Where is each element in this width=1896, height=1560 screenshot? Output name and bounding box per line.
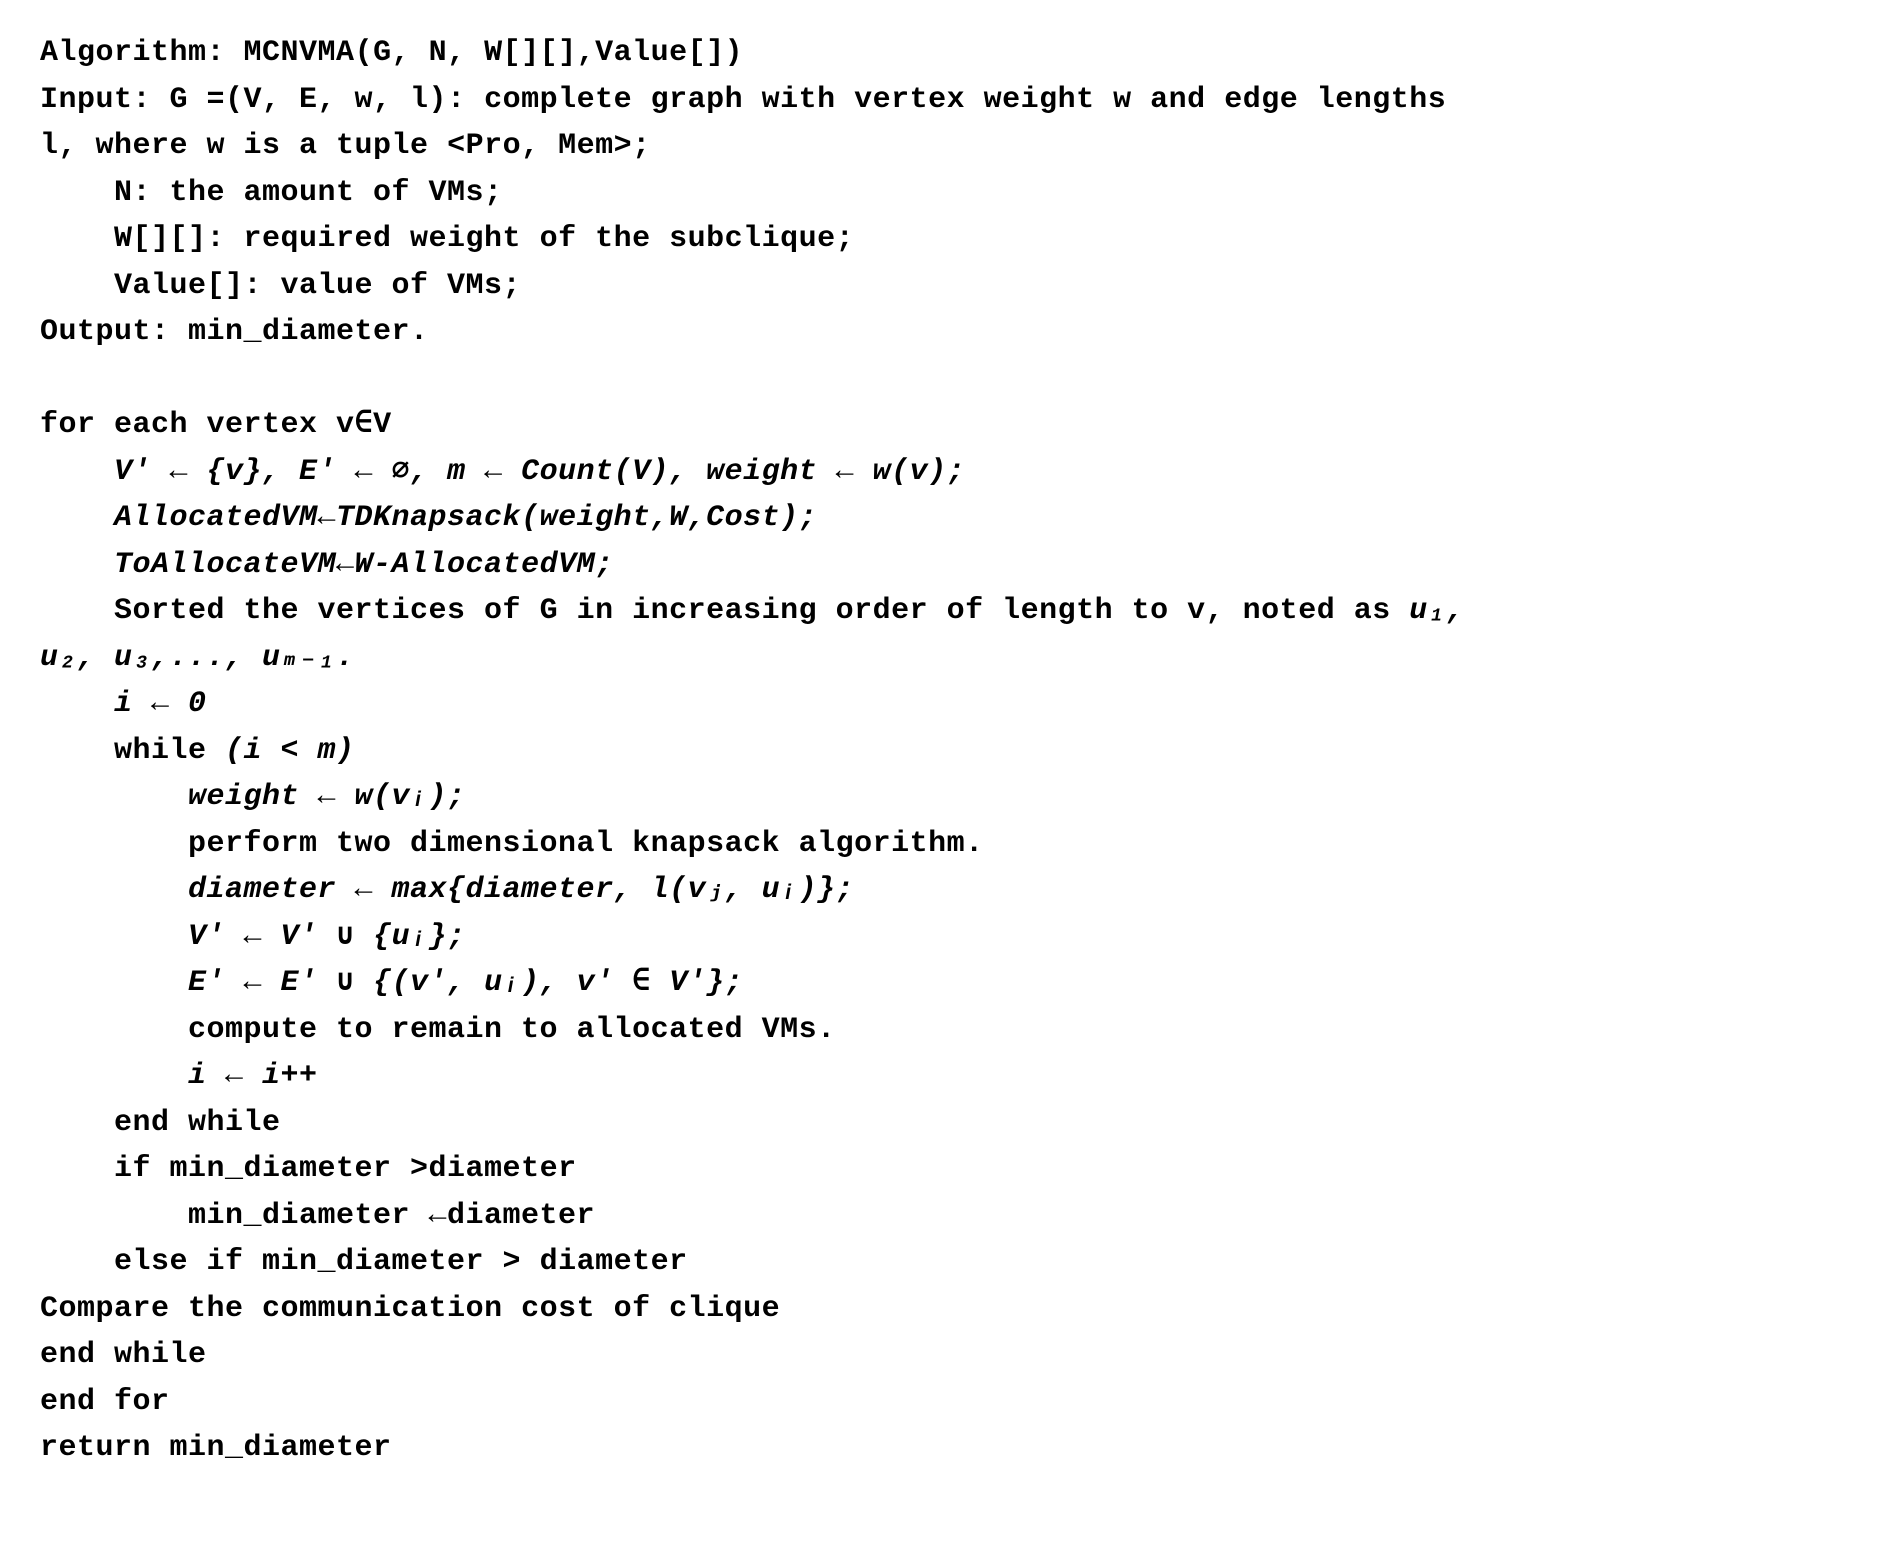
while-line: while (i < m) [40, 728, 1856, 775]
min-diameter-assign: min_diameter ←diameter [40, 1193, 1856, 1240]
allocated-vm: AllocatedVM←TDKnapsack(weight,W,Cost); [40, 495, 1856, 542]
perform-knapsack: perform two dimensional knapsack algorit… [40, 821, 1856, 868]
while-cond: (i < m) [225, 734, 355, 768]
end-while-inner: end while [40, 1100, 1856, 1147]
i-increment: i ← i++ [40, 1053, 1856, 1100]
sorted-line: Sorted the vertices of G in increasing o… [40, 588, 1856, 635]
weight-vi: weight ← w(vᵢ); [40, 774, 1856, 821]
end-while-outer: end while [40, 1332, 1856, 1379]
blank-line [40, 356, 1856, 403]
compare-cost: Compare the communication cost of clique [40, 1286, 1856, 1333]
input-line-5: Value[]: value of VMs; [40, 263, 1856, 310]
u-sequence: u₂, u₃,..., uₘ₋₁. [40, 635, 1856, 682]
input-line-2: l, where w is a tuple <Pro, Mem>; [40, 123, 1856, 170]
while-kw: while [114, 734, 225, 768]
init-assign: V' ← {v}, E' ← ∅, m ← Count(V), weight ←… [40, 449, 1856, 496]
vprime-union: V' ← V' ∪ {uᵢ}; [40, 914, 1856, 961]
diameter-max: diameter ← max{diameter, l(vⱼ, uᵢ)}; [40, 867, 1856, 914]
output-line: Output: min_diameter. [40, 309, 1856, 356]
input-line-3: N: the amount of VMs; [40, 170, 1856, 217]
for-each: for each vertex v∈V [40, 402, 1856, 449]
sorted-u1: u₁, [1409, 594, 1465, 628]
algorithm-listing: Algorithm: MCNVMA(G, N, W[][],Value[]) I… [0, 0, 1896, 1502]
to-allocate-vm: ToAllocateVM←W-AllocatedVM; [40, 542, 1856, 589]
if-min-diameter: if min_diameter >diameter [40, 1146, 1856, 1193]
alg-header: Algorithm: MCNVMA(G, N, W[][],Value[]) [40, 30, 1856, 77]
alg-label: Algorithm: [40, 36, 244, 70]
return-line: return min_diameter [40, 1425, 1856, 1472]
end-for: end for [40, 1379, 1856, 1426]
alg-name: MCNVMA(G, N, W[][],Value[]) [244, 36, 744, 70]
compute-remain: compute to remain to allocated VMs. [40, 1007, 1856, 1054]
input-line-4: W[][]: required weight of the subclique; [40, 216, 1856, 263]
eprime-union: E' ← E' ∪ {(v', uᵢ), v' ∈ V'}; [40, 960, 1856, 1007]
else-if: else if min_diameter > diameter [40, 1239, 1856, 1286]
i-zero: i ← 0 [40, 681, 1856, 728]
sorted-text: Sorted the vertices of G in increasing o… [114, 594, 1409, 628]
input-line-1: Input: G =(V, E, w, l): complete graph w… [40, 77, 1856, 124]
